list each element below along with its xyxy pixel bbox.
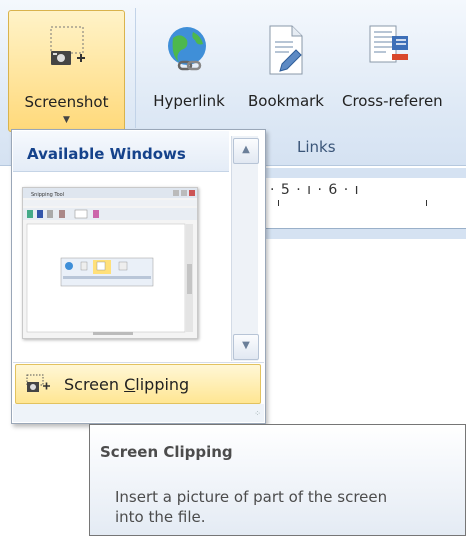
screen-clipping-label: Screen Clipping [64, 375, 190, 394]
ruler-tick [426, 200, 427, 206]
resize-grip-icon[interactable]: ⁘ [254, 409, 261, 418]
hyperlink-button[interactable]: Hyperlink [141, 10, 237, 130]
bookmark-label: Bookmark [248, 92, 324, 110]
group-label-links: Links [297, 138, 336, 156]
bookmark-button[interactable]: Bookmark [238, 10, 334, 130]
screenshot-icon [50, 26, 85, 65]
ruler-numbers: · 5 · ı · 6 · ı [270, 182, 360, 198]
tooltip-title: Screen Clipping [100, 443, 233, 461]
menu-separator [13, 362, 264, 363]
chevron-down-icon: ▼ [63, 115, 70, 125]
gallery-scrollbar[interactable]: ▲ ▼ [231, 136, 259, 361]
window-thumbnail[interactable]: Snipping Tool [22, 187, 198, 339]
cross-reference-icon [369, 25, 408, 63]
snipping-tool-thumbnail: Snipping Tool [23, 188, 197, 338]
available-windows-title: Available Windows [27, 145, 186, 163]
cross-reference-button[interactable]: Cross-referen [342, 10, 466, 130]
dropdown-footer: ⁘ [13, 404, 264, 422]
screenshot-button[interactable]: Screenshot ▼ [8, 10, 125, 132]
svg-text:Snipping Tool: Snipping Tool [31, 192, 64, 198]
screen-clipping-menu-item[interactable]: Screen Clipping [15, 364, 261, 404]
ruler-tick [278, 200, 279, 206]
scroll-down-button[interactable]: ▼ [233, 334, 259, 360]
scroll-up-button[interactable]: ▲ [233, 138, 259, 164]
globe-link-icon [168, 27, 206, 71]
available-windows-header: Available Windows [13, 131, 229, 172]
ribbon-separator [135, 8, 136, 128]
screen-clipping-tooltip: Screen Clipping Insert a picture of part… [89, 424, 466, 536]
screenshot-label: Screenshot [24, 93, 109, 111]
screen-clipping-icon [26, 374, 50, 392]
cross-reference-label: Cross-referen [342, 92, 443, 110]
hyperlink-label: Hyperlink [153, 92, 225, 110]
tooltip-description: Insert a picture of part of the screen i… [115, 488, 388, 526]
screenshot-dropdown: Available Windows ▲ ▼ Snipping Tool Scre… [11, 129, 266, 424]
bookmark-icon [269, 25, 303, 75]
